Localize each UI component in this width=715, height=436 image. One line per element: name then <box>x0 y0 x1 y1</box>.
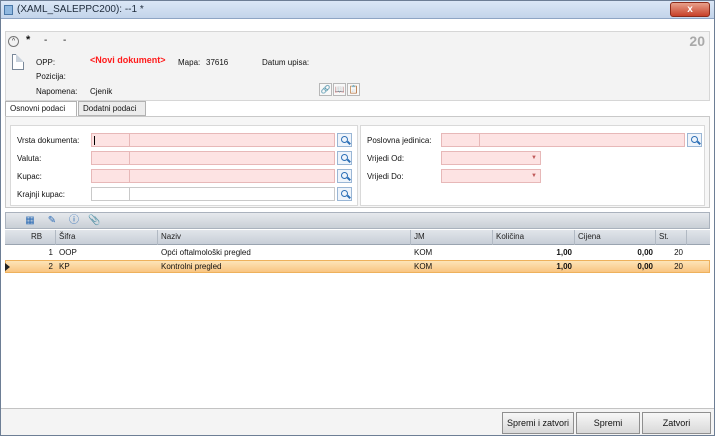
valuta-search-icon[interactable] <box>337 151 352 165</box>
book-icon[interactable]: 📖 <box>333 83 346 96</box>
valuta-field[interactable] <box>91 151 335 165</box>
vrsta-dokumenta-search-icon[interactable] <box>337 133 352 147</box>
cell-sifra: OOP <box>59 248 77 257</box>
dropdown-arrow-icon[interactable]: ▼ <box>531 155 537 161</box>
cell-rb: 1 <box>48 248 53 257</box>
napomena-label: Napomena: <box>36 87 78 96</box>
header-field-2: - <box>63 35 67 46</box>
col-naziv[interactable]: Naziv <box>161 232 181 241</box>
close-button[interactable]: Zatvori <box>642 412 711 434</box>
attachment-icon[interactable]: 📎 <box>88 215 100 227</box>
save-button[interactable]: Spremi <box>576 412 640 434</box>
cell-jm: KOM <box>414 248 433 257</box>
cell-cijena: 0,00 <box>637 248 653 257</box>
document-window: (XAML_SALEPPC200): --1 * x ^ * - - 20 OP… <box>0 0 715 436</box>
pozicija-label: Pozicija: <box>36 72 66 81</box>
cell-st: 20 <box>674 262 683 271</box>
cell-sifra: KP <box>59 262 70 271</box>
header-field-1: - <box>44 35 48 46</box>
vrsta-dokumenta-field[interactable] <box>91 133 335 147</box>
tab-osnovni-podaci[interactable]: Osnovni podaci <box>5 101 77 117</box>
kupac-label: Kupac: <box>17 172 42 181</box>
col-jm[interactable]: JM <box>414 232 425 241</box>
opp-label: OPP: <box>36 58 56 67</box>
link-icon[interactable]: 🔗 <box>319 83 332 96</box>
grid-settings-icon[interactable]: ▦ <box>24 215 36 227</box>
table-row[interactable]: 1 OOP Opći oftalmološki pregled KOM 1,00… <box>5 247 710 260</box>
header-icon-group: 🔗 📖 📋 <box>319 83 360 96</box>
col-kolicina[interactable]: Količina <box>496 232 524 241</box>
krajnji-kupac-label: Krajnji kupac: <box>17 190 66 199</box>
mapa-label: Mapa: <box>178 58 201 67</box>
tab-dodatni-podaci[interactable]: Dodatni podaci <box>78 101 146 116</box>
vrsta-dokumenta-label: Vrsta dokumenta: <box>17 136 80 145</box>
col-rb[interactable]: RB <box>31 232 42 241</box>
col-st[interactable]: St. <box>659 232 669 241</box>
poslovna-jedinica-field[interactable] <box>441 133 685 147</box>
col-cijena[interactable]: Cijena <box>578 232 601 241</box>
vrijedi-od-field[interactable]: ▼ <box>441 151 541 165</box>
cell-rb: 2 <box>48 262 53 271</box>
valuta-label: Valuta: <box>17 154 42 163</box>
datum-upisa-label: Datum upisa: <box>262 58 310 67</box>
bottom-bar: Spremi i zatvori Spremi Zatvori <box>1 408 714 435</box>
cell-kolicina: 1,00 <box>556 262 572 271</box>
poslovna-jedinica-label: Poslovna jedinica: <box>367 136 432 145</box>
left-form-panel: Vrsta dokumenta: Valuta: Kupac: Krajnji … <box>10 125 358 206</box>
document-header: ^ * - - 20 OPP: <Novi dokument> Mapa: 37… <box>5 31 710 101</box>
edit-icon[interactable]: ✎ <box>46 215 58 227</box>
col-sifra[interactable]: Šifra <box>59 232 75 241</box>
kupac-search-icon[interactable] <box>337 169 352 183</box>
info-icon[interactable]: ⓘ <box>68 215 80 227</box>
vrijedi-od-label: Vrijedi Od: <box>367 154 405 163</box>
cell-kolicina: 1,00 <box>556 248 572 257</box>
mapa-value: 37616 <box>206 58 229 67</box>
cell-naziv: Opći oftalmološki pregled <box>161 248 251 257</box>
cell-naziv: Kontrolni pregled <box>161 262 222 271</box>
kupac-field[interactable] <box>91 169 335 183</box>
modified-indicator: * <box>26 34 31 46</box>
title-bar[interactable]: (XAML_SALEPPC200): --1 * x <box>1 1 714 19</box>
opp-value: <Novi dokument> <box>90 55 166 65</box>
dropdown-arrow-icon[interactable]: ▼ <box>531 173 537 179</box>
grid-header: RB Šifra Naziv JM Količina Cijena St. <box>5 230 710 245</box>
vrijedi-do-field[interactable]: ▼ <box>441 169 541 183</box>
clipboard-icon[interactable]: 📋 <box>347 83 360 96</box>
krajnji-kupac-field[interactable] <box>91 187 335 201</box>
window-title: (XAML_SALEPPC200): --1 * <box>17 4 144 15</box>
grid-toolbar: ▦ ✎ ⓘ 📎 <box>5 212 710 229</box>
napomena-value: Cjenik <box>90 87 113 96</box>
cell-jm: KOM <box>414 262 433 271</box>
cell-st: 20 <box>674 248 683 257</box>
collapse-icon[interactable]: ^ <box>8 36 19 47</box>
app-icon <box>4 5 13 15</box>
save-and-close-button[interactable]: Spremi i zatvori <box>502 412 574 434</box>
vrijedi-do-label: Vrijedi Do: <box>367 172 404 181</box>
close-window-button[interactable]: x <box>670 2 710 17</box>
document-icon <box>12 54 24 70</box>
cell-cijena: 0,00 <box>637 262 653 271</box>
document-number: 20 <box>689 33 705 49</box>
grid-body: 1 OOP Opći oftalmološki pregled KOM 1,00… <box>5 246 710 408</box>
table-row-selected[interactable]: 2 KP Kontrolni pregled KOM 1,00 0,00 20 <box>5 260 710 273</box>
row-pointer-icon <box>5 263 10 271</box>
right-form-panel: Poslovna jedinica: Vrijedi Od: ▼ Vrijedi… <box>360 125 705 206</box>
krajnji-kupac-search-icon[interactable] <box>337 187 352 201</box>
form-area: Vrsta dokumenta: Valuta: Kupac: Krajnji … <box>5 116 710 208</box>
poslovna-jedinica-search-icon[interactable] <box>687 133 702 147</box>
